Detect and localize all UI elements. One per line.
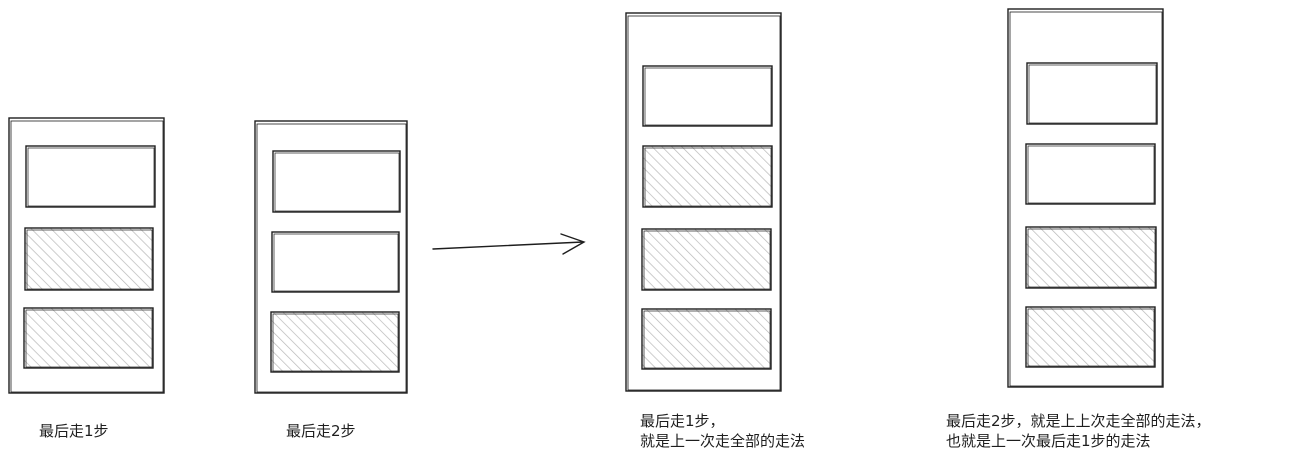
figure-result1 xyxy=(625,12,782,392)
cell-empty xyxy=(271,231,400,293)
arrow-head xyxy=(560,233,586,255)
caption-result2: 最后走2步，就是上上次走全部的走法， 也就是上一次最后走1步的走法 xyxy=(946,411,1211,451)
caption-result2-line2: 也就是上一次最后走1步的走法 xyxy=(946,432,1151,450)
cell-filled xyxy=(641,308,772,370)
cell-filled xyxy=(24,227,154,291)
stair-steps-diagram xyxy=(8,8,1164,394)
cell-empty xyxy=(1026,62,1158,125)
cell-empty xyxy=(642,65,773,127)
cell-empty xyxy=(272,150,401,213)
cell-filled xyxy=(23,307,154,369)
cell-filled xyxy=(1025,306,1156,368)
figure-step1 xyxy=(8,117,165,394)
cell-filled xyxy=(641,228,772,291)
cell-filled xyxy=(270,311,400,373)
caption-result1-line2: 就是上一次走全部的走法 xyxy=(640,432,806,450)
caption-step1-line1: 最后走1步 xyxy=(39,422,109,440)
cell-filled xyxy=(642,145,773,208)
figure-step2 xyxy=(254,120,408,394)
arrow-shaft xyxy=(432,241,584,250)
caption-result2-line1: 最后走2步，就是上上次走全部的走法， xyxy=(946,412,1211,430)
cell-empty xyxy=(25,145,156,208)
caption-step1: 最后走1步 xyxy=(39,421,109,441)
arrow xyxy=(432,233,586,255)
caption-step2: 最后走2步 xyxy=(286,421,356,441)
caption-result1: 最后走1步， 就是上一次走全部的走法 xyxy=(640,411,805,451)
figure-result2 xyxy=(1007,8,1164,388)
caption-result1-line1: 最后走1步， xyxy=(640,412,725,430)
cell-empty xyxy=(1025,143,1156,205)
caption-step2-line1: 最后走2步 xyxy=(286,422,356,440)
cell-filled xyxy=(1025,226,1157,289)
